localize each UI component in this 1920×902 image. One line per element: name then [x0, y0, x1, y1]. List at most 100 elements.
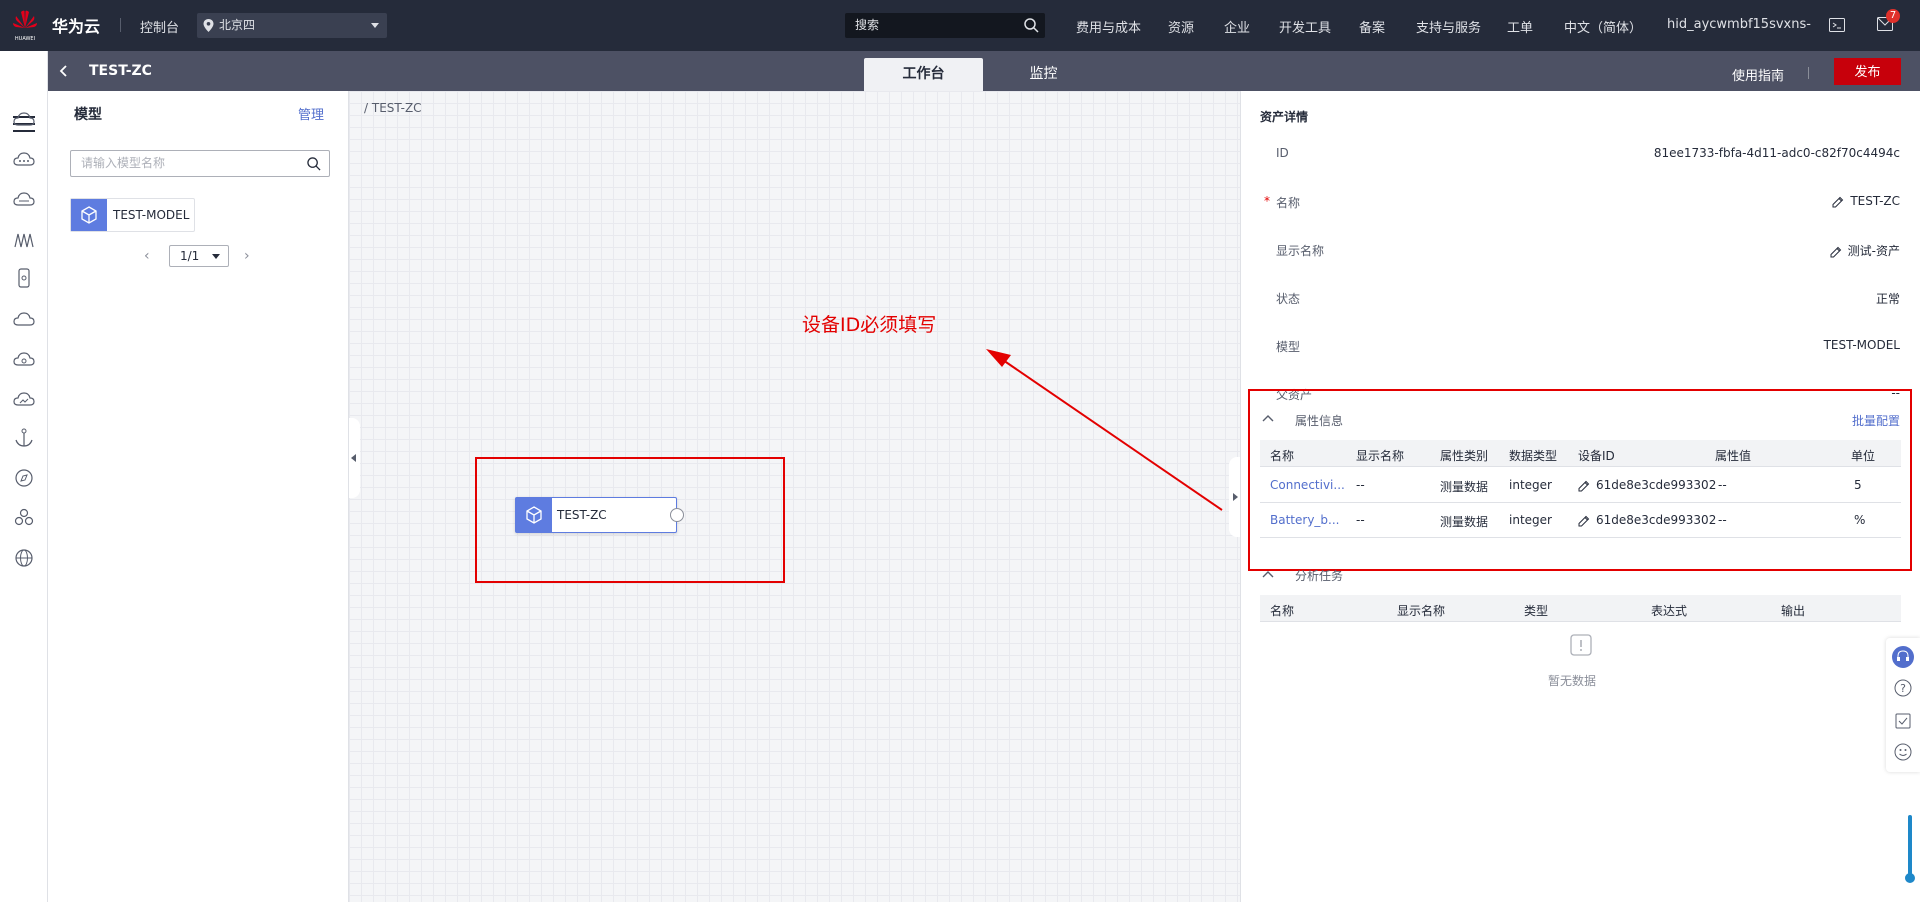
anchor-icon[interactable] [13, 428, 35, 448]
back-icon[interactable] [58, 64, 70, 78]
device-id-value: 61de8e3cde993302 [1596, 478, 1717, 492]
attr-value: -- [1718, 478, 1727, 492]
field-label-id: ID [1276, 146, 1289, 160]
cloud-analytics-icon[interactable] [13, 390, 35, 410]
prev-page-icon[interactable]: ‹ [144, 248, 150, 264]
region-select[interactable]: 北京四 [197, 13, 387, 38]
publish-button[interactable]: 发布 [1834, 58, 1901, 85]
floating-toolbar: ? [1886, 638, 1920, 772]
next-page-icon[interactable]: › [244, 248, 250, 264]
cloud-network-icon[interactable] [13, 150, 35, 170]
attributes-title: 属性信息 [1295, 414, 1344, 428]
field-label-model: 模型 [1276, 340, 1301, 354]
cloud-storage-icon[interactable] [13, 310, 35, 330]
huawei-logo[interactable]: HUAWEI [12, 8, 38, 42]
table-row: Battery_b... -- 测量数据 integer 61de8e3cde9… [1260, 503, 1901, 538]
edit-icon[interactable] [1578, 515, 1590, 527]
attr-unit: % [1854, 513, 1866, 527]
edit-icon[interactable] [1830, 246, 1842, 258]
empty-data-text: 暂无数据 [1548, 674, 1597, 688]
global-search[interactable]: 搜索 [845, 13, 1045, 38]
attr-category: 测量数据 [1440, 515, 1489, 529]
col-attr-category: 属性类别 [1440, 449, 1489, 463]
customer-service-icon[interactable] [1892, 646, 1914, 668]
globe-icon[interactable] [13, 548, 35, 568]
chevron-up-icon[interactable] [1262, 570, 1274, 578]
col-output: 输出 [1781, 604, 1806, 618]
empty-data-icon [1558, 634, 1604, 661]
col-attr-value: 属性值 [1715, 449, 1752, 463]
cloud-icon[interactable] [13, 110, 35, 130]
svg-text:?: ? [1900, 682, 1906, 695]
cloud-db-icon[interactable] [13, 350, 35, 370]
nav-filing[interactable]: 备案 [1359, 17, 1385, 36]
notification-badge: 7 [1886, 9, 1900, 23]
attr-display-name: -- [1356, 478, 1365, 492]
terminal-icon[interactable] [1829, 18, 1845, 32]
manage-link[interactable]: 管理 [298, 104, 324, 123]
field-value-display-name-text: 测试-资产 [1847, 244, 1900, 258]
bridge-icon[interactable] [13, 230, 35, 250]
attr-name-link[interactable]: Battery_b... [1270, 513, 1339, 527]
search-icon[interactable] [307, 157, 321, 171]
model-card[interactable]: TEST-MODEL [70, 198, 195, 232]
collapse-left-handle[interactable] [349, 418, 360, 498]
cloud-compute-icon[interactable] [13, 190, 35, 210]
field-label-display-name: 显示名称 [1276, 244, 1325, 258]
nav-devtools[interactable]: 开发工具 [1279, 17, 1331, 36]
compass-icon[interactable] [13, 468, 35, 488]
field-label-status: 状态 [1276, 292, 1301, 306]
field-value-display-name[interactable]: 测试-资产 [1830, 242, 1900, 259]
edit-icon[interactable] [1578, 480, 1590, 492]
batch-config-link[interactable]: 批量配置 [1852, 412, 1900, 429]
chevron-right-icon [1233, 493, 1238, 501]
caret-down-icon [212, 254, 220, 259]
search-placeholder: 搜索 [855, 18, 880, 32]
guide-link[interactable]: 使用指南 [1732, 65, 1784, 84]
field-value-name[interactable]: TEST-ZC [1832, 194, 1900, 208]
attr-device-id[interactable]: 61de8e3cde993302 [1578, 478, 1716, 492]
page-title: TEST-ZC [89, 63, 152, 79]
attributes-table-header: 名称 显示名称 属性类别 数据类型 设备ID 属性值 单位 [1260, 440, 1901, 467]
page-select[interactable]: 1/1 [169, 245, 229, 267]
nav-tickets[interactable]: 工单 [1507, 17, 1533, 36]
device-icon[interactable] [13, 268, 35, 288]
tab-monitor[interactable]: 监控 [984, 58, 1103, 91]
scroll-indicator-icon[interactable] [1905, 815, 1915, 885]
attr-name-link[interactable]: Connectivi... [1270, 478, 1345, 492]
search-icon[interactable] [1024, 18, 1039, 33]
attr-device-id[interactable]: 61de8e3cde993302 [1578, 513, 1716, 527]
attr-value: -- [1718, 513, 1727, 527]
col-unit: 单位 [1851, 449, 1876, 463]
top-bar: HUAWEI 华为云 控制台 北京四 搜索 费用与成本 资源 企业 开发工具 备… [0, 0, 1920, 51]
nav-cost[interactable]: 费用与成本 [1076, 17, 1141, 36]
divider [120, 18, 121, 32]
collapse-right-handle[interactable] [1229, 457, 1240, 537]
user-name[interactable]: hid_aycwmbf15svxns- [1667, 17, 1811, 32]
required-marker: * [1264, 194, 1270, 208]
nav-resources[interactable]: 资源 [1168, 17, 1194, 36]
model-search-placeholder: 请输入模型名称 [81, 156, 166, 170]
chevron-up-icon[interactable] [1262, 414, 1274, 422]
model-panel-title: 模型 [74, 107, 102, 123]
cube-icon [71, 199, 107, 231]
feedback-icon[interactable] [1894, 712, 1912, 730]
model-search-input[interactable]: 请输入模型名称 [70, 150, 330, 177]
help-icon[interactable]: ? [1894, 679, 1912, 697]
col-data-type: 数据类型 [1509, 449, 1558, 463]
chevron-left-icon [351, 454, 356, 462]
tab-workbench[interactable]: 工作台 [864, 58, 983, 91]
detail-title: 资产详情 [1260, 110, 1309, 124]
edit-icon[interactable] [1832, 196, 1844, 208]
cluster-icon[interactable] [13, 508, 35, 528]
nav-support[interactable]: 支持与服务 [1416, 17, 1481, 36]
col-name: 名称 [1270, 604, 1295, 618]
nav-enterprise[interactable]: 企业 [1224, 17, 1250, 36]
nav-language[interactable]: 中文（简体） [1564, 17, 1642, 36]
brand-name[interactable]: 华为云 [52, 13, 100, 37]
col-expression: 表达式 [1651, 604, 1688, 618]
smiley-icon[interactable] [1894, 743, 1912, 761]
field-value-status: 正常 [1875, 292, 1900, 306]
console-link[interactable]: 控制台 [140, 17, 179, 36]
attr-unit: 5 [1854, 478, 1862, 492]
